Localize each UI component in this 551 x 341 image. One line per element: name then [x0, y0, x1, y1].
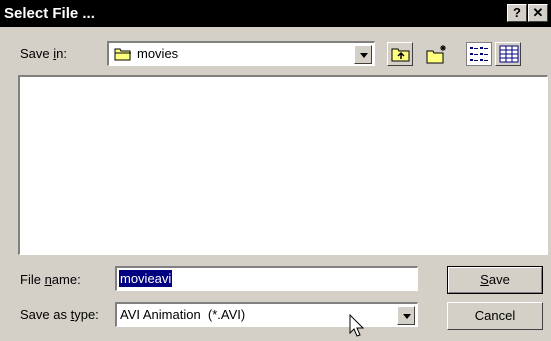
chevron-down-icon[interactable]	[397, 306, 415, 325]
save-in-value: movies	[137, 46, 179, 61]
save-as-type-dropdown[interactable]: AVI Animation (*.AVI)	[115, 302, 418, 327]
window-title: Select File ...	[4, 5, 95, 22]
list-view-button[interactable]	[466, 42, 492, 66]
file-name-value: movieavi	[119, 270, 173, 287]
close-icon: ✕	[532, 5, 544, 20]
mouse-pointer-icon	[349, 314, 365, 337]
list-view-icon	[470, 47, 488, 61]
save-as-type-value: AVI Animation (*.AVI)	[120, 307, 246, 322]
file-name-label: File name:	[20, 272, 81, 287]
create-new-folder-button[interactable]	[424, 42, 450, 66]
chevron-down-icon[interactable]	[354, 45, 372, 64]
file-name-input[interactable]: movieavi	[115, 266, 418, 291]
title-bar[interactable]: Select File ... ? ✕	[0, 0, 551, 27]
save-in-dropdown[interactable]: movies	[107, 41, 375, 66]
details-view-button[interactable]	[495, 42, 521, 66]
help-button[interactable]: ?	[507, 4, 527, 22]
save-button-label: Save	[480, 272, 510, 287]
save-as-type-label: Save as type:	[20, 307, 99, 322]
help-icon: ?	[513, 5, 521, 20]
file-list-area[interactable]	[18, 75, 548, 255]
save-in-label: Save in:	[20, 46, 67, 61]
folder-icon	[114, 48, 131, 61]
save-button[interactable]: Save	[447, 266, 543, 294]
up-one-level-button[interactable]	[387, 42, 413, 66]
cancel-button-label: Cancel	[474, 308, 516, 323]
up-one-level-icon	[391, 48, 410, 62]
close-button[interactable]: ✕	[528, 4, 548, 22]
cancel-button[interactable]: Cancel	[447, 302, 543, 330]
details-view-icon	[499, 45, 519, 63]
create-new-folder-icon	[426, 45, 446, 64]
